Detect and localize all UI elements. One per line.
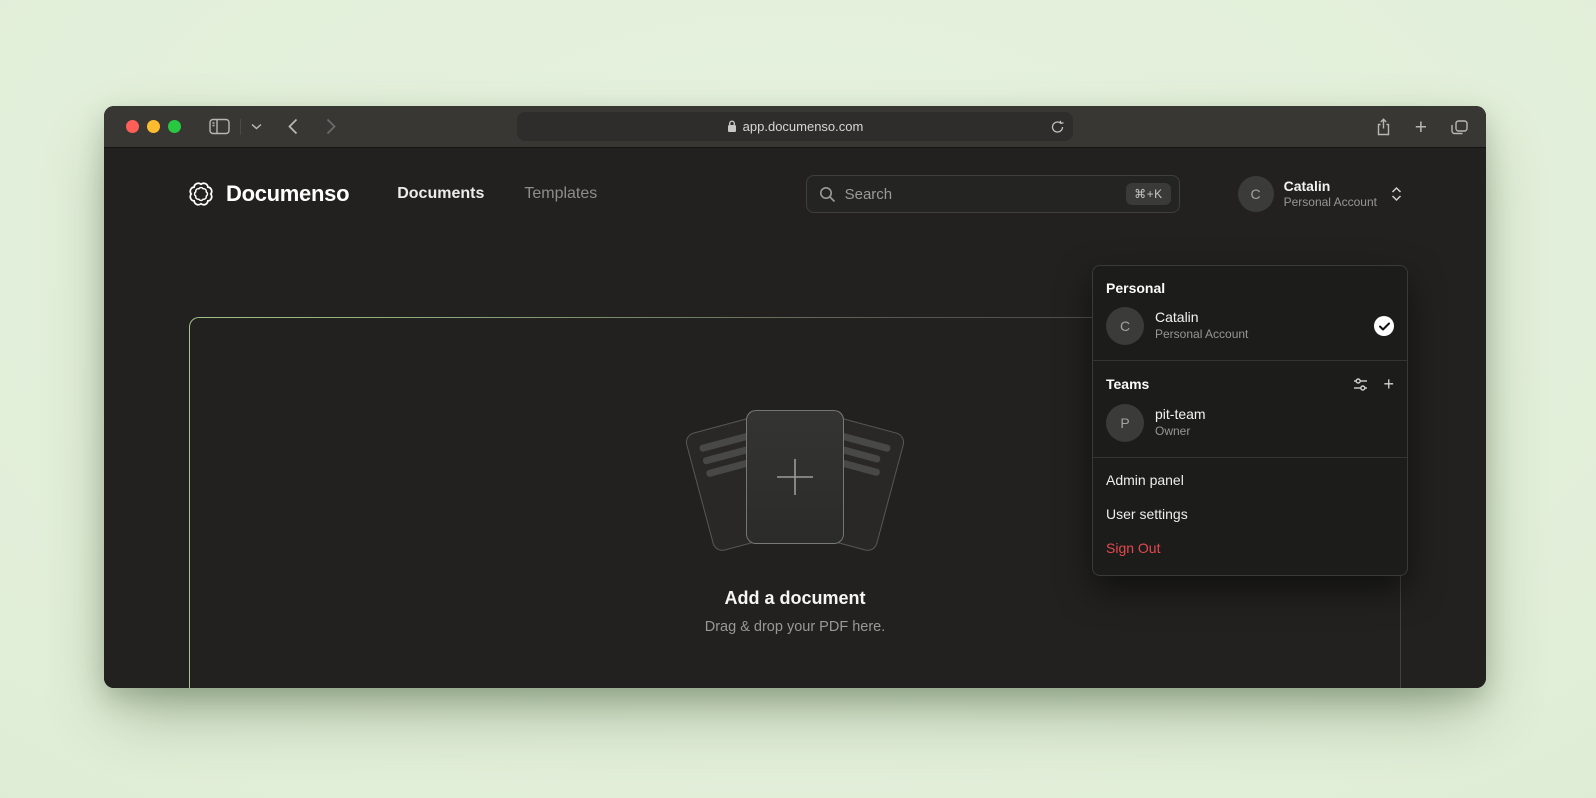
menu-item-admin-panel[interactable]: Admin panel [1093, 463, 1407, 497]
close-window-button[interactable] [126, 120, 139, 133]
nav-templates[interactable]: Templates [524, 185, 597, 203]
teams-section-label: Teams [1106, 376, 1149, 392]
minimize-window-button[interactable] [147, 120, 160, 133]
avatar: C [1106, 307, 1144, 345]
address-bar[interactable]: app.documenso.com [517, 112, 1073, 141]
team-name: pit-team [1155, 406, 1206, 424]
share-icon[interactable] [1372, 114, 1395, 140]
chevron-down-icon[interactable] [247, 119, 266, 134]
personal-account-subtitle: Personal Account [1155, 327, 1248, 343]
browser-toolbar: app.documenso.com + [104, 106, 1486, 148]
forward-icon[interactable] [322, 114, 340, 139]
menu-item-sign-out[interactable]: Sign Out [1093, 531, 1407, 565]
team-item[interactable]: P pit-team Owner [1093, 397, 1407, 451]
chevrons-up-down-icon [1391, 186, 1402, 202]
manage-teams-icon[interactable] [1352, 376, 1369, 393]
toolbar-separator [240, 119, 241, 135]
shortcut-badge: ⌘+K [1126, 183, 1171, 205]
dropzone-subtitle: Drag & drop your PDF here. [705, 619, 886, 635]
add-team-icon[interactable]: + [1383, 375, 1394, 393]
tabs-overview-icon[interactable] [1447, 116, 1472, 139]
search-input[interactable] [845, 186, 1117, 203]
brand[interactable]: Documenso [188, 181, 349, 207]
main-nav: Documents Templates [397, 185, 597, 203]
avatar: P [1106, 404, 1144, 442]
dropzone-title: Add a document [724, 588, 865, 609]
account-name: Catalin [1284, 178, 1377, 195]
search-icon [819, 186, 836, 203]
app-page: Documenso Documents Templates ⌘+K C [104, 148, 1486, 688]
document-stack-illustration [670, 406, 920, 556]
zoom-window-button[interactable] [168, 120, 181, 133]
url-text: app.documenso.com [743, 119, 864, 134]
traffic-lights [126, 120, 181, 133]
sidebar-toggle-icon[interactable] [205, 114, 234, 139]
search-bar[interactable]: ⌘+K [806, 175, 1180, 213]
browser-window: app.documenso.com + [104, 106, 1486, 688]
check-icon [1374, 316, 1394, 336]
personal-account-item[interactable]: C Catalin Personal Account [1093, 300, 1407, 354]
lock-icon [727, 120, 737, 133]
account-subtitle: Personal Account [1284, 195, 1377, 211]
reload-icon[interactable] [1051, 120, 1064, 134]
account-menu-button[interactable]: C Catalin Personal Account [1238, 176, 1402, 212]
document-card-center [746, 410, 844, 544]
plus-icon [774, 456, 816, 498]
brand-name: Documenso [226, 181, 349, 207]
team-role: Owner [1155, 424, 1206, 440]
nav-documents[interactable]: Documents [397, 185, 484, 203]
personal-account-name: Catalin [1155, 309, 1248, 327]
app-header: Documenso Documents Templates ⌘+K C [104, 148, 1486, 240]
personal-section-label: Personal [1106, 280, 1165, 296]
avatar: C [1238, 176, 1274, 212]
brand-logo-icon [188, 181, 214, 207]
account-dropdown-menu: Personal C Catalin Personal Account Team [1092, 265, 1408, 576]
new-tab-icon[interactable]: + [1411, 113, 1431, 142]
menu-item-user-settings[interactable]: User settings [1093, 497, 1407, 531]
back-icon[interactable] [284, 114, 302, 139]
